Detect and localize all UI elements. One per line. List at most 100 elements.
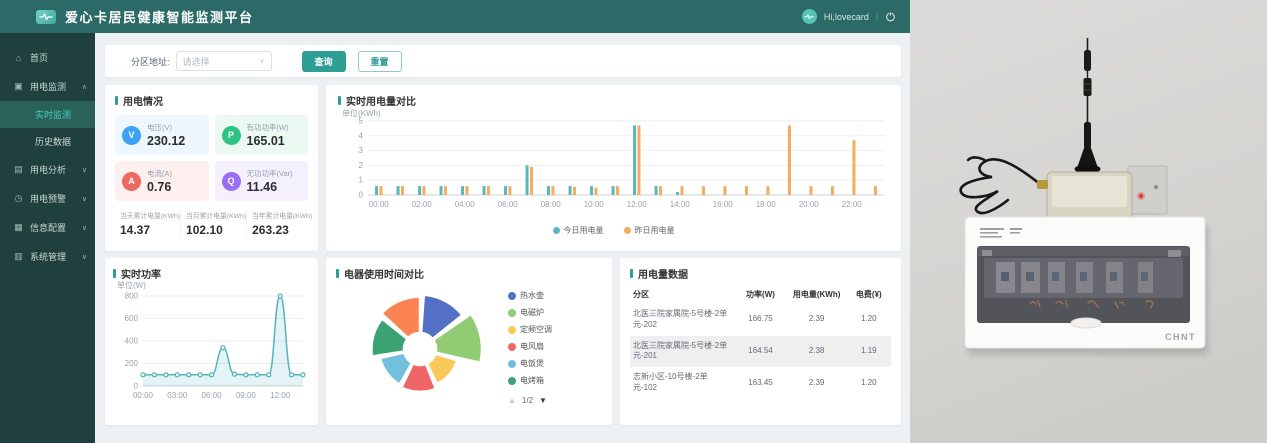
legend-pagination: ▲1/2▼ [508, 396, 598, 405]
svg-text:02:00: 02:00 [412, 200, 433, 209]
sidebar-item-0[interactable]: ⌂首页 [0, 43, 95, 72]
svg-text:09:00: 09:00 [236, 391, 257, 400]
svg-text:10:00: 10:00 [584, 200, 605, 209]
svg-text:18:00: 18:00 [756, 200, 777, 209]
filter-label: 分区地址: [131, 55, 170, 68]
bar-chart-legend: 今日用电量 昨日用电量 [338, 225, 889, 236]
stat-card-0: V 电压(V)230.12 [115, 115, 209, 155]
total-value: 102.10 [186, 223, 246, 237]
header-user-area: Hi,lovecard | [802, 9, 896, 24]
table-body: 北医三院家属院-5号楼-2单元-202166.752.391.20北医三院家属院… [630, 304, 891, 399]
sidebar-item-label: 信息配置 [30, 221, 66, 234]
svg-text:600: 600 [125, 314, 139, 323]
stat-value: 230.12 [147, 134, 185, 148]
svg-text:08:00: 08:00 [541, 200, 562, 209]
filter-bar: 分区地址: 请选择 ∨ 查询 重置 [105, 45, 901, 77]
stat-label: 有功功率(W) [247, 122, 289, 133]
query-button[interactable]: 查询 [302, 51, 346, 72]
legend-item[interactable]: 热水壶 [508, 290, 598, 301]
legend-page-up[interactable]: ▲ [508, 396, 516, 405]
app-header: 爱心卡居民健康智能监测平台 Hi,lovecard | [0, 0, 910, 33]
stat-letter-icon: Q [222, 172, 241, 191]
total-label: 当月累计电量(KWh) [186, 210, 246, 220]
legend-item[interactable]: 昨日用电量 [624, 225, 675, 236]
district-select-value: 请选择 [183, 55, 210, 68]
sidebar-item-3[interactable]: ◷用电预警∨ [0, 184, 95, 213]
power-chart-panel: 实时功率 0200400600800单位(W)00:0003:0006:0009… [105, 258, 318, 425]
table-row: 北医三院家属院-5号楼-2单元-201164.542.381.19 [630, 336, 891, 368]
chevron-down-icon: ∨ [259, 57, 264, 65]
screen: 爱心卡居民健康智能监测平台 Hi,lovecard | ⌂首页▣用电监测∧实时监… [0, 0, 1267, 443]
table-cell: 志新小区-10号楼-2单元-102 [630, 367, 734, 399]
table-cell: 2.39 [787, 304, 847, 336]
power-icon[interactable] [885, 11, 896, 22]
main-content: 分区地址: 请选择 ∨ 查询 重置 用电情况 V电压(V)230.12P有功功率… [95, 33, 910, 443]
table-header-row: 分区功率(W)用电量(KWh)电费(¥) [630, 285, 891, 304]
dashboard-app: 爱心卡居民健康智能监测平台 Hi,lovecard | ⌂首页▣用电监测∧实时监… [0, 0, 910, 443]
alert-icon: ◷ [13, 193, 24, 204]
reset-button[interactable]: 重置 [358, 51, 402, 72]
pie-chart-panel: 电器使用时间对比 热水壶电磁炉定频空调电风扇电饭煲电烤箱▲1/2▼ [326, 258, 612, 425]
svg-text:04:00: 04:00 [455, 200, 476, 209]
system-icon: ▥ [13, 251, 24, 262]
sidebar-item-2[interactable]: ▤用电分析∨ [0, 155, 95, 184]
sidebar-subitem-1-1[interactable]: 历史数据 [0, 128, 95, 155]
svg-text:200: 200 [125, 359, 139, 368]
total-stat-0: 当天累计电量(KWh)14.37 [115, 210, 180, 237]
legend-item[interactable]: 电磁炉 [508, 307, 598, 318]
sidebar-nav: ⌂首页▣用电监测∧实时监测历史数据▤用电分析∨◷用电预警∨ ▦ 信息配置 ∨ ▥ 系统管理… [0, 33, 95, 443]
app-title: 爱心卡居民健康智能监测平台 [65, 7, 254, 26]
legend-item[interactable]: 电烤箱 [508, 375, 598, 386]
svg-text:2: 2 [359, 161, 364, 170]
sidebar-item-5[interactable]: ▥系统管理∨ [0, 242, 95, 271]
legend-page-down[interactable]: ▼ [539, 396, 547, 405]
stat-label: 无功功率(Var) [247, 168, 293, 179]
svg-text:0: 0 [359, 191, 364, 200]
legend-dot [508, 326, 516, 334]
total-value: 263.23 [252, 223, 312, 237]
pie-chart-legend: 热水壶电磁炉定频空调电风扇电饭煲电烤箱 ▲1/2▼ [508, 281, 598, 417]
usage-table-title: 用电量数据 [630, 266, 891, 280]
bar-chart-title: 实时用电量对比 [338, 93, 889, 107]
config-icon: ▦ [13, 222, 24, 233]
legend-dot [508, 309, 516, 317]
stat-card-3: Q无功功率(Var)11.46 [215, 161, 309, 201]
usage-panel: 用电情况 V电压(V)230.12P有功功率(W)165.01A电流(A)0.7… [105, 85, 318, 251]
table-cell: 163.45 [734, 367, 786, 399]
table-cell: 1.20 [847, 367, 891, 399]
chevron-down-icon: ∨ [82, 166, 87, 174]
stat-label: 电流(A) [147, 168, 172, 179]
cover-handle [1071, 318, 1101, 328]
legend-item[interactable]: 电风扇 [508, 341, 598, 352]
table-header-cell: 功率(W) [734, 285, 786, 304]
legend-item[interactable]: 定频空调 [508, 324, 598, 335]
svg-text:20:00: 20:00 [799, 200, 820, 209]
svg-text:06:00: 06:00 [202, 391, 223, 400]
table-row: 北医三院家属院-5号楼-2单元-202166.752.391.20 [630, 304, 891, 336]
total-stat-1: 当月累计电量(KWh) 102.10 [180, 210, 246, 237]
pie-chart-area: 热水壶电磁炉定频空调电风扇电饭煲电烤箱 ▲1/2▼ [336, 281, 602, 417]
table-header-cell: 分区 [630, 285, 734, 304]
stat-value: 0.76 [147, 180, 172, 194]
legend-item[interactable]: 今日用电量 [553, 225, 604, 236]
svg-text:16:00: 16:00 [713, 200, 734, 209]
sidebar-item-4[interactable]: ▦信息配置∨ [0, 213, 95, 242]
sidebar-item-label: 系统管理 [30, 250, 66, 263]
svg-text:14:00: 14:00 [670, 200, 691, 209]
legend-item[interactable]: 电饭煲 [508, 358, 598, 369]
table-cell: 1.20 [847, 304, 891, 336]
table-header-cell: 用电量(KWh) [787, 285, 847, 304]
chevron-down-icon: ∨ [82, 195, 87, 203]
table-cell: 2.38 [787, 336, 847, 368]
stat-card-1: P有功功率(W)165.01 [215, 115, 309, 155]
user-greeting: Hi,lovecard [824, 12, 869, 22]
bar-chart: 012345单位(KWh)00:0002:0004:0006:0008:0010… [338, 107, 889, 219]
sidebar-item-1[interactable]: ▣用电监测∧ [0, 72, 95, 101]
total-label: 当天累计电量(KWh) [120, 210, 180, 220]
stat-label: 电压(V) [147, 122, 185, 133]
svg-text:1: 1 [359, 176, 364, 185]
sidebar-subitem-1-0[interactable]: 实时监测 [0, 101, 95, 128]
district-select[interactable]: 请选择 ∨ [176, 51, 272, 71]
table-cell: 北医三院家属院-5号楼-2单元-202 [630, 304, 734, 336]
stat-letter-icon: V [122, 126, 141, 145]
